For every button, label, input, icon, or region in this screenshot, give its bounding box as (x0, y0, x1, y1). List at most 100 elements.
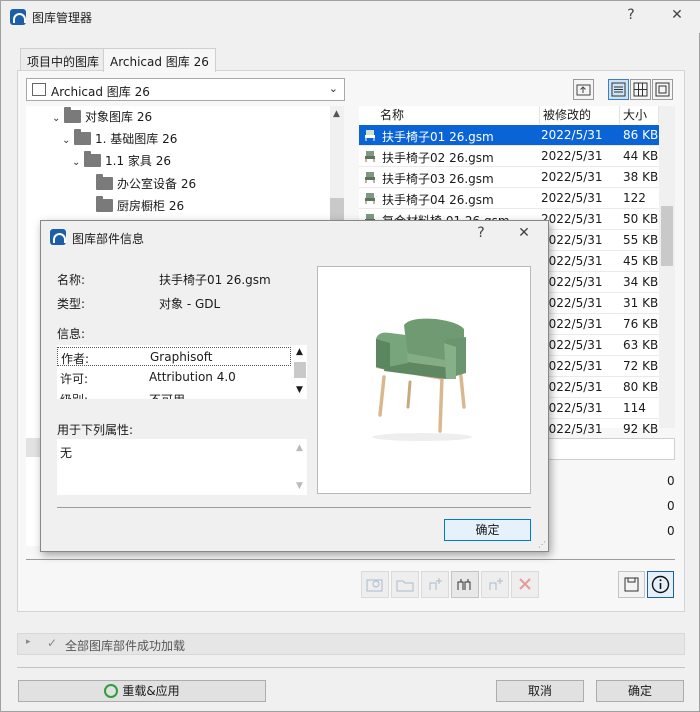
tree-item-label: 厨房橱柜 26 (117, 199, 185, 213)
type-label: 类型: (57, 297, 86, 311)
table-row[interactable]: 扶手椅子03 26.gsm 2022/5/31 38 KB (359, 167, 659, 188)
divider (26, 559, 675, 560)
scroll-down-icon: ▼ (296, 385, 303, 395)
grid-view-button[interactable] (630, 79, 651, 100)
file-size: 63 KB (623, 338, 659, 352)
go-up-folder-button[interactable] (573, 79, 594, 100)
list-view-icon (611, 82, 626, 97)
divider (57, 507, 531, 508)
duplicate-part-button[interactable] (451, 571, 479, 598)
file-modified: 2022/5/31 (541, 422, 603, 436)
armchair-preview-image (372, 318, 472, 441)
chevron-down-icon: ⌄ (62, 135, 71, 146)
file-modified: 2022/5/31 (541, 380, 603, 394)
tree-item[interactable]: 办公室设备 26 (96, 174, 197, 197)
tree-item[interactable]: ⌄ 对象图库 26 (52, 107, 153, 130)
tree-item[interactable]: ⌄ 1.1 家具 26 (72, 151, 171, 174)
tree-item-label: 1.1 家具 26 (105, 154, 171, 168)
file-size: 80 KB (623, 380, 659, 394)
tree-item-label: 对象图库 26 (85, 110, 153, 124)
info-button[interactable] (647, 571, 674, 598)
scrollbar-thumb[interactable] (330, 198, 344, 222)
title-bar: 图库管理器 ? ✕ (1, 1, 700, 33)
scrollbar-thumb[interactable] (294, 362, 306, 378)
file-size: 50 KB (623, 212, 659, 226)
file-name: 扶手椅子04 26.gsm (382, 193, 494, 207)
chevron-right-icon[interactable]: ▸ (26, 637, 31, 647)
table-row[interactable]: 扶手椅子04 26.gsm 2022/5/31 122 ... (359, 188, 659, 219)
used-for-list: 无 ▲ ▼ (57, 439, 307, 495)
name-label: 名称: (57, 273, 86, 287)
list-item[interactable]: 级别: 不可用 (57, 389, 291, 399)
tab-project-libraries[interactable]: 项目中的图库 (20, 48, 107, 71)
file-modified: 2022/5/31 (541, 359, 603, 373)
library-dropdown-value: Archicad 图库 26 (51, 85, 150, 99)
armchair-icon (365, 151, 375, 162)
reload-apply-label: 重载&应用 (122, 684, 180, 698)
help-button[interactable]: ? (621, 7, 641, 27)
status-text: 全部图库部件成功加载 (65, 639, 186, 653)
list-item[interactable]: 作者: Graphisoft (57, 347, 291, 366)
reload-apply-button[interactable]: 重载&应用 (18, 680, 266, 702)
tree-item-label: 办公室设备 26 (117, 177, 197, 191)
folder-open-icon (396, 580, 414, 592)
archicad-logo-icon (10, 9, 26, 25)
delete-part-button[interactable] (511, 571, 539, 598)
folder-icon (96, 174, 113, 190)
chevron-down-icon: ⌄ (328, 82, 338, 95)
status-bar: ▸ ✓ 全部图库部件成功加载 (17, 633, 685, 655)
file-modified: 2022/5/31 (541, 212, 603, 226)
file-list-scrollbar[interactable] (659, 106, 675, 428)
file-modified: 2022/5/31 (541, 338, 603, 352)
list-view-button[interactable] (608, 79, 629, 100)
file-size: 45 KB (623, 254, 659, 268)
add-part-button[interactable] (421, 571, 449, 598)
tree-item-label: 1. 基础图库 26 (95, 132, 178, 146)
delete-icon (519, 578, 531, 590)
file-size: 92 KB (623, 422, 659, 436)
preview-view-button[interactable] (652, 79, 673, 100)
file-size: 55 KB (623, 233, 659, 247)
save-button[interactable] (618, 571, 645, 598)
chevron-down-icon: ⌄ (52, 113, 61, 124)
property-key: 许可: (60, 372, 89, 386)
search-library-button[interactable] (361, 571, 389, 598)
new-part-button[interactable] (481, 571, 509, 598)
info-scrollbar[interactable]: ▲ ▼ (293, 345, 307, 399)
file-size: 72 KB (623, 359, 659, 373)
cancel-button[interactable]: 取消 (496, 680, 584, 702)
tree-item[interactable]: ⌄ 1. 基础图库 26 (62, 129, 178, 152)
scrollbar-thumb[interactable] (661, 206, 673, 266)
table-row[interactable]: 扶手椅子02 26.gsm 2022/5/31 44 KB (359, 146, 659, 167)
file-size: 44 KB (623, 149, 659, 163)
divider (17, 667, 685, 668)
open-folder-button[interactable] (391, 571, 419, 598)
column-header-modified[interactable]: 被修改的 (540, 106, 620, 124)
dialog-close-button[interactable]: ✕ (514, 225, 534, 245)
file-modified: 2022/5/31 (541, 191, 603, 205)
name-value: 扶手椅子01 26.gsm (159, 273, 271, 287)
file-modified: 2022/5/31 (541, 401, 603, 415)
grid-view-icon (633, 82, 648, 97)
library-dropdown[interactable]: Archicad 图库 26 ⌄ (26, 78, 345, 101)
type-value: 对象 - GDL (159, 297, 221, 311)
stat-value: 0 (667, 499, 675, 513)
table-row[interactable]: 扶手椅子01 26.gsm 2022/5/31 86 KB (359, 125, 659, 146)
property-value: Attribution 4.0 (149, 370, 236, 384)
folder-icon (74, 129, 91, 145)
ok-button[interactable]: 确定 (596, 680, 684, 702)
property-value: 不可用 (149, 391, 185, 399)
column-header-name[interactable]: 名称 (377, 106, 540, 124)
tree-item[interactable]: 厨房橱柜 26 (96, 196, 185, 219)
property-value: Graphisoft (150, 350, 213, 364)
tab-archicad-library[interactable]: Archicad 图库 26 (103, 48, 216, 72)
checkmark-icon: ✓ (47, 636, 58, 650)
info-icon (651, 575, 670, 594)
list-item[interactable]: 许可: Attribution 4.0 (57, 368, 291, 387)
dialog-ok-button[interactable]: 确定 (444, 519, 531, 541)
scroll-down-icon: ▼ (296, 481, 303, 491)
column-header-size[interactable]: 大小 (620, 106, 659, 124)
dialog-help-button[interactable]: ? (471, 225, 491, 245)
close-button[interactable]: ✕ (667, 7, 687, 27)
resize-grip-icon[interactable]: ⋰ (538, 540, 546, 549)
